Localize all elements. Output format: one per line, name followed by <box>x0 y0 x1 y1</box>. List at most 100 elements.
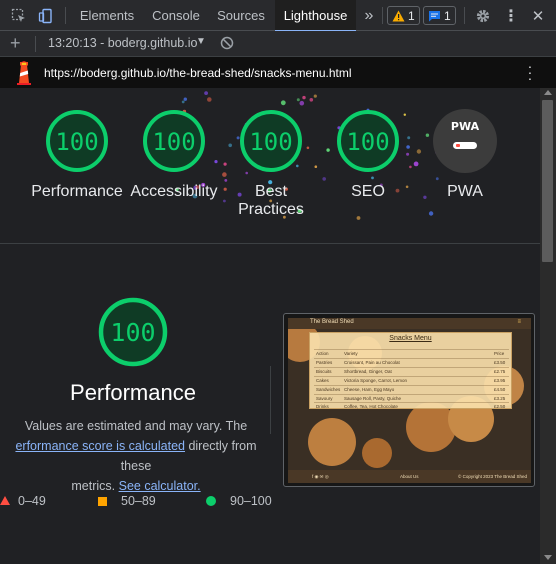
menu-row: Sandwiches Cheese, Ham, Egg Mayo £4.50 <box>314 385 509 393</box>
scroll-up-arrow-icon[interactable] <box>544 90 552 95</box>
pwa-badge-text: PWA <box>450 120 480 133</box>
page-screenshot-image: The Bread Shed ≡ Snacks Menu Action Varie… <box>288 318 531 483</box>
lighthouse-logo-icon <box>15 61 33 90</box>
confetti-dot <box>299 100 305 106</box>
performance-gauge-large: 100 <box>97 296 169 368</box>
messages-count: 1 <box>444 8 451 23</box>
confetti-dot <box>371 176 374 180</box>
triangle-fail-icon <box>0 496 10 505</box>
gauge-label-performance: Performance <box>31 183 123 200</box>
gauge-seo[interactable]: 100 <box>335 108 401 174</box>
score-calculated-link[interactable]: erformance score is calculated <box>15 439 185 453</box>
more-options-icon[interactable]: · · · <box>526 59 534 85</box>
screenshot-footer: f ◉ ✉ ◎ About Us © Copyright 2023 The Br… <box>288 470 531 483</box>
cookie-image <box>308 418 356 466</box>
report-selector[interactable]: 13:20:13 - boderg.github.io <box>48 36 197 50</box>
confetti-dot <box>403 113 406 116</box>
gear-icon[interactable] <box>472 0 494 31</box>
report-url-link[interactable]: https://boderg.github.io/the-bread-shed/… <box>44 66 352 80</box>
legend-average: 50–89 <box>98 494 156 508</box>
legend-fail: 0–49 <box>0 494 46 508</box>
screenshot-site-title: The Bread Shed <box>310 319 354 325</box>
menu-row: Cakes Victoria Sponge, Carrot, Lemon £3.95 <box>314 376 509 384</box>
report-url-bar: https://boderg.github.io/the-bread-shed/… <box>0 57 556 88</box>
section-divider <box>0 243 540 244</box>
confetti-dot <box>409 165 412 169</box>
close-icon[interactable]: ✕ <box>527 0 549 31</box>
gauge-accessibility[interactable]: 100 <box>141 108 207 174</box>
confetti-dot <box>306 146 310 150</box>
double-chevron-right-icon[interactable]: » <box>360 0 378 31</box>
more-options-icon[interactable]: ⋮ <box>500 0 522 31</box>
tab-sources[interactable]: Sources <box>208 0 274 31</box>
scroll-down-arrow-icon[interactable] <box>544 555 552 560</box>
tab-elements[interactable]: Elements <box>70 0 144 31</box>
legend-pass: 90–100 <box>206 494 272 508</box>
confetti-dot <box>356 216 361 220</box>
see-calculator-link[interactable]: See calculator. <box>119 479 201 493</box>
confetti-dot <box>183 97 187 101</box>
gauge-score: 100 <box>152 128 196 156</box>
warnings-badge[interactable]: 1 <box>387 6 420 25</box>
cookie-image <box>362 438 392 468</box>
toolbar-separator <box>382 7 383 24</box>
inspect-element-icon[interactable] <box>8 0 30 31</box>
confetti-dot <box>181 100 185 104</box>
final-screenshot[interactable]: The Bread Shed ≡ Snacks Menu Action Varie… <box>283 313 535 487</box>
confetti-dot <box>313 94 317 98</box>
snacks-menu-card: Snacks Menu Action Variety Price Pastries C… <box>309 332 512 409</box>
gauge-label-pwa: PWA <box>447 183 483 200</box>
vertical-scrollbar[interactable] <box>540 88 556 564</box>
performance-score: 100 <box>110 318 156 347</box>
warning-icon <box>392 10 405 21</box>
confetti-dot <box>228 143 232 148</box>
confetti-dot <box>406 145 410 149</box>
confetti-dot <box>406 152 410 156</box>
circle-pass-icon <box>206 496 216 506</box>
messages-badge[interactable]: 1 <box>423 6 456 25</box>
plus-icon[interactable]: + <box>10 33 21 53</box>
device-toolbar-icon[interactable] <box>35 0 57 31</box>
social-icons: f ◉ ✉ ◎ <box>312 474 329 479</box>
confetti-dot <box>413 161 419 167</box>
lighthouse-report: 100 Performance 100 Accessibility 100 Be… <box>0 88 540 564</box>
confetti-dot <box>322 177 327 181</box>
footer-about: About Us <box>400 474 419 479</box>
toolbar-separator <box>35 36 36 52</box>
scrollbar-thumb[interactable] <box>542 100 553 262</box>
gauge-score: 100 <box>346 128 390 156</box>
clear-icon[interactable] <box>219 35 235 56</box>
section-divider <box>270 366 271 434</box>
confetti-dot <box>204 91 209 95</box>
gauge-label-seo: SEO <box>351 183 385 200</box>
confetti-dot <box>207 97 212 102</box>
menu-row: Action Variety Price <box>314 349 509 357</box>
performance-title: Performance <box>70 380 196 405</box>
gauge-pwa[interactable]: PWA <box>432 108 498 174</box>
warnings-count: 1 <box>408 8 415 23</box>
confetti-dot <box>224 179 228 182</box>
gauge-performance[interactable]: 100 <box>44 108 110 174</box>
snacks-menu-title: Snacks Menu <box>389 335 432 342</box>
confetti-dot <box>425 133 430 137</box>
performance-description: Values are estimated and may vary. The e… <box>0 416 272 496</box>
confetti-dot <box>222 172 227 177</box>
footer-copyright: © Copyright 2023 The Bread Shed <box>458 474 528 479</box>
confetti-dot <box>416 149 422 154</box>
toolbar-separator <box>464 7 465 24</box>
confetti-dot <box>435 177 439 181</box>
hamburger-icon: ≡ <box>517 319 521 325</box>
gauge-best-practices[interactable]: 100 <box>238 108 304 174</box>
gauge-score: 100 <box>55 128 99 156</box>
confetti-dot <box>214 160 218 164</box>
message-icon <box>429 10 440 21</box>
dropdown-caret-icon[interactable]: ▼ <box>196 36 206 47</box>
tab-console[interactable]: Console <box>144 0 208 31</box>
confetti-dot <box>223 162 227 166</box>
confetti-dot <box>309 98 314 102</box>
confetti-dot <box>280 100 286 106</box>
legend-pass-range: 90–100 <box>230 494 272 508</box>
tab-lighthouse[interactable]: Lighthouse <box>275 0 356 32</box>
lighthouse-toolbar: + 13:20:13 - boderg.github.io ▼ <box>0 31 556 57</box>
performance-desc-3: metrics. <box>71 479 119 493</box>
